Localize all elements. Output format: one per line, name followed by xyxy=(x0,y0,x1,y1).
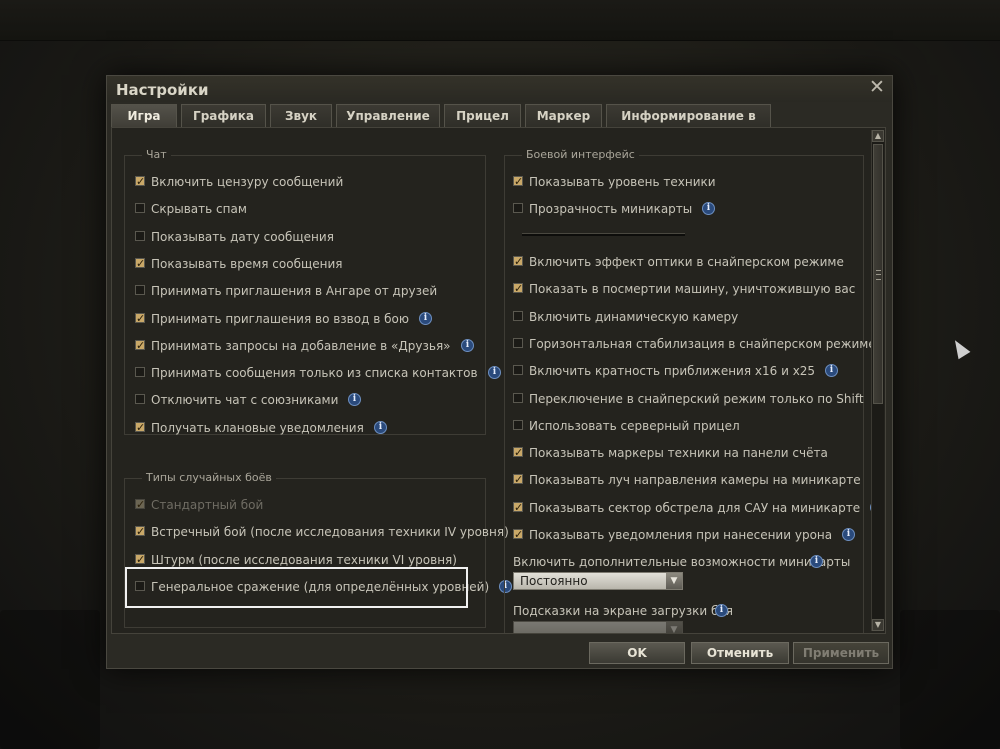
checkbox[interactable] xyxy=(513,365,523,376)
ok-button[interactable]: OK xyxy=(589,642,685,664)
checkbox-label: Стандартный бой xyxy=(151,498,264,512)
checkbox[interactable] xyxy=(513,443,523,463)
minimap-extra-select[interactable]: Постоянно ▼ xyxy=(513,572,683,590)
tab-controls[interactable]: Управление xyxy=(336,104,440,127)
checkbox-label: Показывать время сообщения xyxy=(151,256,343,271)
checkbox-label: Принимать приглашения в Ангаре от друзей xyxy=(151,284,438,299)
checkbox-label: Использовать серверный прицел xyxy=(529,418,740,433)
checkbox[interactable] xyxy=(513,337,523,348)
loading-hints-label: Подсказки на экране загрузки боя xyxy=(513,604,733,618)
info-icon[interactable]: i xyxy=(715,604,728,617)
checkbox[interactable] xyxy=(513,470,523,490)
minimap-extra-value: Постоянно xyxy=(520,574,588,588)
checkbox-label: Включить цензуру сообщений xyxy=(151,175,344,189)
checkbox[interactable] xyxy=(513,392,523,403)
cancel-button[interactable]: Отменить xyxy=(691,642,789,664)
checkbox-label: Переключение в снайперский режим только … xyxy=(529,391,864,406)
info-icon[interactable]: i xyxy=(419,311,432,325)
checkbox-label: Горизонтальная стабилизация в снайперско… xyxy=(529,336,876,351)
checkbox-label: Показывать уровень техники xyxy=(529,175,716,189)
close-icon[interactable]: ✕ xyxy=(868,78,886,97)
checkbox[interactable] xyxy=(135,550,145,570)
background-panel xyxy=(0,610,100,749)
info-icon[interactable]: i xyxy=(488,366,501,380)
dialog-title: Настройки xyxy=(116,81,209,99)
checkbox[interactable] xyxy=(513,203,523,214)
info-icon[interactable]: i xyxy=(461,338,474,352)
settings-content: Чат Включить цензуру сообщений Скрывать с… xyxy=(111,127,886,634)
checkbox[interactable] xyxy=(513,310,523,321)
tab-marker[interactable]: Маркер xyxy=(525,104,602,127)
checkbox-label: Принимать приглашения во взвод в бою xyxy=(151,311,409,326)
checkbox-label: Показывать луч направления камеры на мин… xyxy=(529,473,861,488)
battle-types-group-label: Типы случайных боёв xyxy=(142,471,276,484)
checkbox[interactable] xyxy=(135,172,145,192)
checkbox-label: Отключить чат с союзниками xyxy=(151,393,339,408)
scroll-up-icon[interactable]: ▲ xyxy=(872,130,884,142)
dialog-titlebar: Настройки ✕ xyxy=(107,76,892,102)
checkbox-label: Встречный бой (после исследования техник… xyxy=(151,525,509,540)
checkbox-label: Включить динамическую камеру xyxy=(529,309,739,324)
grip-icon xyxy=(876,270,881,280)
background-panel xyxy=(900,610,1000,749)
checkbox-label: Получать клановые уведомления xyxy=(151,420,364,435)
info-icon[interactable]: i xyxy=(842,528,855,541)
apply-button[interactable]: Применить xyxy=(793,642,889,664)
checkbox[interactable] xyxy=(135,394,145,405)
info-icon[interactable]: i xyxy=(810,555,823,568)
checkbox[interactable] xyxy=(513,419,523,430)
tab-battle-notifications[interactable]: Информирование в бою xyxy=(606,104,771,145)
info-icon[interactable]: i xyxy=(374,420,387,434)
chevron-down-icon: ▼ xyxy=(666,622,682,633)
checkbox[interactable] xyxy=(513,252,523,272)
checkbox[interactable] xyxy=(135,285,145,296)
mouse-cursor-icon xyxy=(949,336,971,360)
checkbox-label: Показать в посмертии машину, уничтожившу… xyxy=(529,282,856,297)
minimap-extra-label: Включить дополнительные возможности мини… xyxy=(513,555,851,569)
tab-graphics[interactable]: Графика xyxy=(181,104,266,127)
content-scrollbar[interactable]: ▲ ▼ xyxy=(871,130,884,631)
loading-hints-select[interactable]: ▼ xyxy=(513,621,683,633)
checkbox-label: Показывать уведомления при нанесении уро… xyxy=(529,528,833,542)
checkbox-label: Принимать сообщения только из списка кон… xyxy=(151,366,478,381)
checkbox-label: Скрывать спам xyxy=(151,202,247,217)
scroll-thumb[interactable] xyxy=(873,144,883,404)
checkbox-label: Включить эффект оптики в снайперском реж… xyxy=(529,255,844,269)
scroll-down-icon[interactable]: ▼ xyxy=(872,619,884,631)
checkbox-label: Показывать маркеры техники на панели счё… xyxy=(529,446,828,461)
checkbox[interactable] xyxy=(135,309,145,329)
highlight-frame xyxy=(125,567,468,608)
checkbox[interactable] xyxy=(513,525,523,545)
checkbox[interactable] xyxy=(135,336,145,356)
checkbox-label: Показывать сектор обстрела для САУ на ми… xyxy=(529,500,861,515)
checkbox[interactable] xyxy=(135,254,145,274)
chat-group-label: Чат xyxy=(142,148,171,161)
checkbox[interactable] xyxy=(135,367,145,378)
minimap-transparency-slider[interactable] xyxy=(522,233,685,236)
checkbox[interactable] xyxy=(513,172,523,192)
background-top-bar xyxy=(0,0,1000,41)
tab-sound[interactable]: Звук xyxy=(270,104,332,127)
battle-interface-group-label: Боевой интерфейс xyxy=(522,148,639,161)
checkbox-label: Включить кратность приближения x16 и x25 xyxy=(529,364,816,379)
tab-game[interactable]: Игра xyxy=(111,104,177,127)
checkbox[interactable] xyxy=(513,498,523,518)
checkbox[interactable] xyxy=(135,230,145,241)
checkbox[interactable] xyxy=(135,203,145,214)
checkbox[interactable] xyxy=(135,418,145,438)
checkbox[interactable] xyxy=(135,522,145,542)
chevron-down-icon: ▼ xyxy=(666,573,682,589)
checkbox-label: Принимать запросы на добавление в «Друзь… xyxy=(151,338,451,353)
checkbox[interactable] xyxy=(513,279,523,299)
checkbox-label: Показывать дату сообщения xyxy=(151,229,334,244)
checkbox[interactable] xyxy=(135,495,145,515)
tab-sight[interactable]: Прицел xyxy=(444,104,521,127)
checkbox-label: Прозрачность миникарты xyxy=(529,202,693,217)
